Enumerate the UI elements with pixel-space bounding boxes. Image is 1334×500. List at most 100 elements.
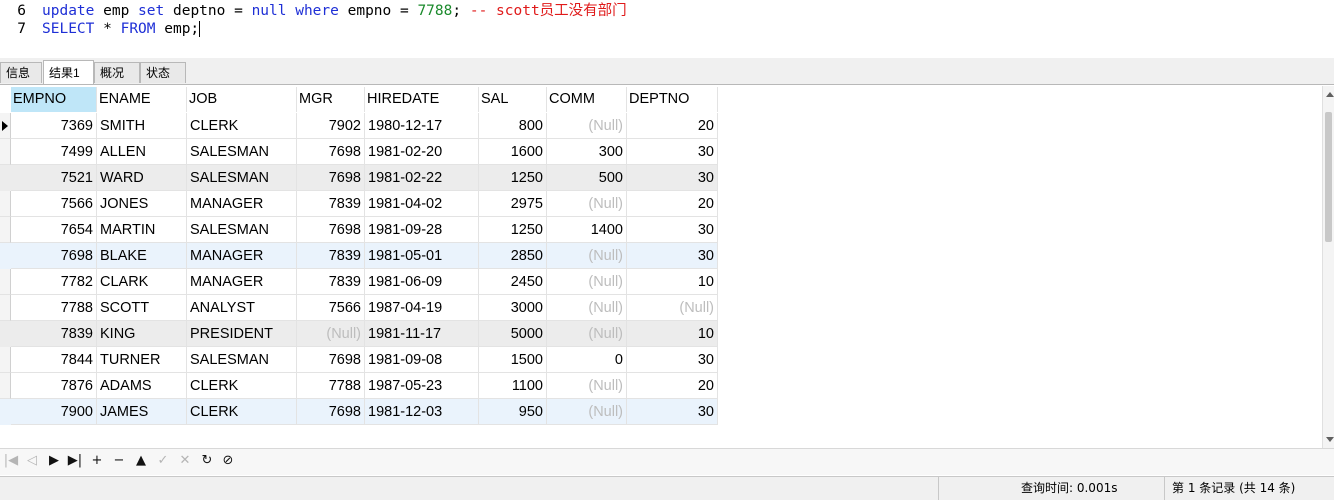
cell-comm[interactable]: (Null): [547, 269, 627, 295]
cell-hiredate[interactable]: 1987-05-23: [365, 373, 479, 399]
column-header-comm[interactable]: COMM: [547, 87, 627, 112]
cell-comm[interactable]: (Null): [547, 191, 627, 217]
cell-sal[interactable]: 2450: [479, 269, 547, 295]
result-grid[interactable]: EMPNO ENAME JOB MGR HIREDATE SAL COMM DEPTNO 736…: [0, 86, 1322, 428]
table-row[interactable]: 7782 CLARK MANAGER 7839 1981-06-09 2450 (Null)…: [0, 269, 718, 295]
scroll-thumb[interactable]: [1325, 112, 1332, 242]
cell-mgr[interactable]: 7698: [297, 217, 365, 243]
cell-deptno[interactable]: 20: [627, 191, 718, 217]
cell-deptno[interactable]: 10: [627, 269, 718, 295]
cell-comm[interactable]: 0: [547, 347, 627, 373]
next-record-button[interactable]: ▶: [46, 453, 62, 469]
cell-hiredate[interactable]: 1981-04-02: [365, 191, 479, 217]
vertical-scrollbar[interactable]: [1322, 86, 1334, 448]
cell-mgr[interactable]: 7839: [297, 243, 365, 269]
cell-sal[interactable]: 800: [479, 113, 547, 139]
cell-mgr[interactable]: 7566: [297, 295, 365, 321]
first-record-button[interactable]: |◀: [3, 453, 19, 469]
sql-editor[interactable]: 6 update emp set deptno = null where empn…: [0, 0, 1334, 58]
cell-empno[interactable]: 7369: [11, 113, 97, 139]
tab-status[interactable]: 状态: [140, 62, 186, 83]
cell-mgr[interactable]: 7839: [297, 269, 365, 295]
cell-sal[interactable]: 1500: [479, 347, 547, 373]
cell-sal[interactable]: 2975: [479, 191, 547, 217]
apply-button[interactable]: ▲: [133, 453, 149, 469]
last-record-button[interactable]: ▶|: [67, 453, 83, 469]
cell-deptno[interactable]: 30: [627, 217, 718, 243]
cell-job[interactable]: CLERK: [187, 399, 297, 425]
cell-sal[interactable]: 3000: [479, 295, 547, 321]
cell-empno[interactable]: 7566: [11, 191, 97, 217]
cell-deptno[interactable]: 30: [627, 399, 718, 425]
table-row[interactable]: 7900 JAMES CLERK 7698 1981-12-03 950 (Null) 30: [0, 399, 718, 425]
confirm-button[interactable]: ✓: [155, 453, 171, 469]
cell-deptno[interactable]: 20: [627, 373, 718, 399]
code-line[interactable]: 7 SELECT * FROM emp;: [0, 20, 201, 38]
cell-hiredate[interactable]: 1981-05-01: [365, 243, 479, 269]
table-row[interactable]: 7499 ALLEN SALESMAN 7698 1981-02-20 1600 300 30: [0, 139, 718, 165]
cell-job[interactable]: ANALYST: [187, 295, 297, 321]
cell-hiredate[interactable]: 1981-09-08: [365, 347, 479, 373]
cell-mgr[interactable]: 7698: [297, 139, 365, 165]
cell-ename[interactable]: SMITH: [97, 113, 187, 139]
column-header-sal[interactable]: SAL: [479, 87, 547, 112]
column-header-hiredate[interactable]: HIREDATE: [365, 87, 479, 112]
cell-deptno[interactable]: 10: [627, 321, 718, 347]
table-row[interactable]: 7521 WARD SALESMAN 7698 1981-02-22 1250 500 30: [0, 165, 718, 191]
tab-profile[interactable]: 概况: [94, 62, 140, 83]
cell-deptno[interactable]: (Null): [627, 295, 718, 321]
cell-comm[interactable]: 500: [547, 165, 627, 191]
tab-info[interactable]: 信息: [0, 62, 42, 83]
cell-job[interactable]: SALESMAN: [187, 165, 297, 191]
cell-comm[interactable]: (Null): [547, 399, 627, 425]
delete-record-button[interactable]: −: [111, 453, 127, 469]
cell-mgr[interactable]: (Null): [297, 321, 365, 347]
column-header-mgr[interactable]: MGR: [297, 87, 365, 112]
cell-empno[interactable]: 7521: [11, 165, 97, 191]
cell-sal[interactable]: 1250: [479, 165, 547, 191]
cell-comm[interactable]: (Null): [547, 295, 627, 321]
cell-comm[interactable]: (Null): [547, 243, 627, 269]
cell-mgr[interactable]: 7902: [297, 113, 365, 139]
cell-deptno[interactable]: 30: [627, 165, 718, 191]
cell-empno[interactable]: 7839: [11, 321, 97, 347]
cell-ename[interactable]: MARTIN: [97, 217, 187, 243]
tab-result1[interactable]: 结果1: [43, 60, 94, 84]
cell-sal[interactable]: 1100: [479, 373, 547, 399]
discard-button[interactable]: ✕: [177, 453, 193, 469]
cell-sal[interactable]: 1250: [479, 217, 547, 243]
column-header-empno[interactable]: EMPNO: [11, 87, 97, 112]
cell-deptno[interactable]: 30: [627, 139, 718, 165]
table-row[interactable]: 7369 SMITH CLERK 7902 1980-12-17 800 (Null) 20: [0, 113, 718, 139]
cell-hiredate[interactable]: 1981-09-28: [365, 217, 479, 243]
cell-ename[interactable]: KING: [97, 321, 187, 347]
cell-comm[interactable]: 300: [547, 139, 627, 165]
cell-job[interactable]: SALESMAN: [187, 347, 297, 373]
scroll-up-icon[interactable]: [1326, 92, 1334, 97]
cell-comm[interactable]: (Null): [547, 321, 627, 347]
table-row[interactable]: 7788 SCOTT ANALYST 7566 1987-04-19 3000 (Null)…: [0, 295, 718, 321]
cell-ename[interactable]: ADAMS: [97, 373, 187, 399]
prev-record-button[interactable]: ◁: [24, 453, 40, 469]
cell-job[interactable]: MANAGER: [187, 269, 297, 295]
cell-deptno[interactable]: 30: [627, 243, 718, 269]
refresh-button[interactable]: ↻: [199, 453, 215, 469]
cell-hiredate[interactable]: 1981-02-20: [365, 139, 479, 165]
cell-ename[interactable]: ALLEN: [97, 139, 187, 165]
cell-ename[interactable]: SCOTT: [97, 295, 187, 321]
table-row[interactable]: 7654 MARTIN SALESMAN 7698 1981-09-28 1250 1400…: [0, 217, 718, 243]
cell-ename[interactable]: TURNER: [97, 347, 187, 373]
cell-hiredate[interactable]: 1987-04-19: [365, 295, 479, 321]
cell-ename[interactable]: JONES: [97, 191, 187, 217]
cell-job[interactable]: CLERK: [187, 373, 297, 399]
cell-job[interactable]: MANAGER: [187, 243, 297, 269]
stop-button[interactable]: ⊘: [220, 453, 236, 469]
cell-hiredate[interactable]: 1981-12-03: [365, 399, 479, 425]
table-row[interactable]: 7876 ADAMS CLERK 7788 1987-05-23 1100 (Null) 20: [0, 373, 718, 399]
add-record-button[interactable]: +: [89, 453, 105, 469]
cell-empno[interactable]: 7788: [11, 295, 97, 321]
column-header-deptno[interactable]: DEPTNO: [627, 87, 718, 112]
cell-empno[interactable]: 7900: [11, 399, 97, 425]
cell-deptno[interactable]: 30: [627, 347, 718, 373]
table-row[interactable]: 7844 TURNER SALESMAN 7698 1981-09-08 1500 0 30: [0, 347, 718, 373]
